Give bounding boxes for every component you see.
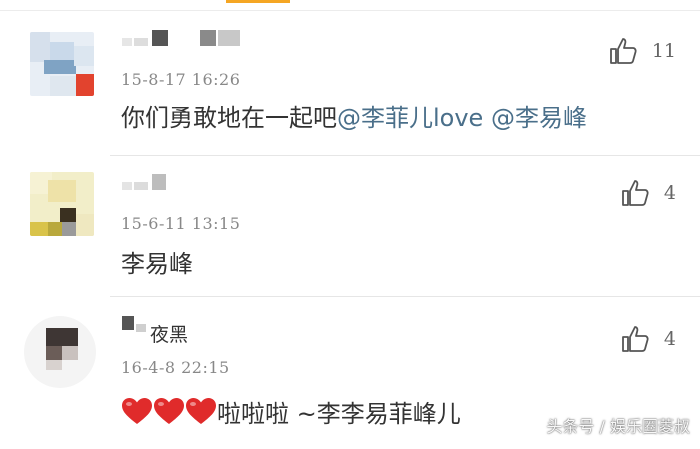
mention-link[interactable]: @李菲儿love (337, 104, 483, 132)
header-divider (0, 10, 700, 11)
comment-timestamp: 15-6-11 13:15 (121, 214, 241, 233)
comment-text: 啦啦啦 ~李李易菲峰儿 (121, 394, 461, 429)
heart-emoji-icon (154, 398, 184, 424)
comment-text-plain: 啦啦啦 ~李李易菲峰儿 (217, 400, 461, 428)
comment-text: 李易峰 (121, 250, 193, 278)
watermark: 头条号 / 娱乐圈菱叔 (546, 417, 690, 436)
like-button[interactable]: 4 (620, 178, 676, 208)
like-count: 4 (663, 328, 676, 350)
comment-item: 15-6-11 13:15 李易峰 4 (0, 162, 700, 292)
comment-divider (110, 296, 700, 297)
thumbs-up-icon (622, 326, 649, 352)
like-count: 4 (663, 182, 676, 204)
comment-item: 15-8-17 16:26 你们勇敢地在一起吧@李菲儿love @李易峰 11 (0, 20, 700, 155)
comment-text-plain: 你们勇敢地在一起吧 (121, 104, 337, 132)
avatar[interactable] (30, 172, 94, 236)
mention-link[interactable]: @李易峰 (491, 104, 587, 132)
heart-emojis (121, 398, 217, 428)
active-tab-indicator (226, 0, 290, 3)
like-count: 11 (651, 40, 676, 62)
avatar[interactable] (30, 32, 94, 96)
heart-emoji-icon (186, 398, 216, 424)
thumbs-up-icon (622, 180, 649, 206)
avatar[interactable] (24, 316, 96, 388)
comment-timestamp: 15-8-17 16:26 (121, 70, 241, 89)
like-button[interactable]: 4 (620, 324, 676, 354)
comment-timestamp: 16-4-8 22:15 (121, 358, 230, 377)
like-button[interactable]: 11 (608, 36, 676, 66)
username-partial[interactable]: 夜黑 (150, 320, 188, 347)
heart-emoji-icon (122, 398, 152, 424)
thumbs-up-icon (609, 38, 637, 64)
comment-text: 你们勇敢地在一起吧@李菲儿love @李易峰 (121, 98, 587, 133)
comment-divider (110, 155, 700, 156)
